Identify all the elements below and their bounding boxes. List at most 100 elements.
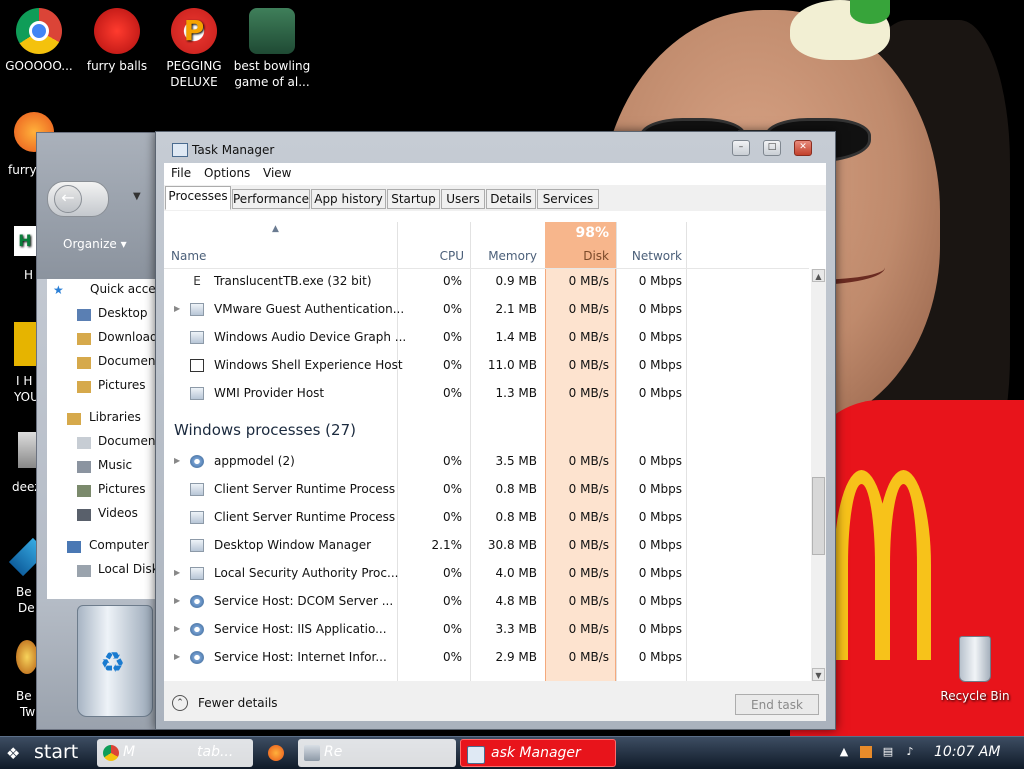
table-row[interactable]: Client Server Runtime Process 0% 0.8 MB …: [164, 477, 809, 505]
nav-item-local-disk[interactable]: Local Disk: [98, 562, 159, 576]
column-header-name[interactable]: Name: [171, 249, 206, 263]
nav-item-music[interactable]: Music: [98, 458, 132, 472]
nav-item-desktop[interactable]: Desktop: [98, 306, 148, 320]
game-icon[interactable]: [16, 640, 38, 674]
network-icon[interactable]: ▤: [882, 746, 894, 758]
table-row[interactable]: Client Server Runtime Process 0% 0.8 MB …: [164, 505, 809, 533]
tab-performance[interactable]: Performance: [232, 189, 310, 209]
table-row[interactable]: Windows Shell Experience Host 0% 11.0 MB…: [164, 353, 809, 381]
task-manager-icon: [467, 746, 485, 764]
volume-icon[interactable]: ♪: [904, 746, 916, 758]
column-header-cpu[interactable]: CPU: [396, 249, 464, 263]
desktop-icon-chrome[interactable]: GOOOOO...: [0, 8, 78, 74]
memory-value: 4.8 MB: [495, 594, 537, 608]
tab-users[interactable]: Users: [441, 189, 485, 209]
table-row[interactable]: ▶ Service Host: IIS Applicatio... 0% 3.3…: [164, 617, 809, 645]
expand-chevron-icon[interactable]: ▶: [174, 624, 180, 633]
end-task-button[interactable]: End task: [735, 694, 819, 715]
pictures-icon: [77, 485, 91, 497]
back-button[interactable]: ←: [47, 181, 109, 217]
table-row[interactable]: ▶ Service Host: Internet Infor... 0% 2.9…: [164, 645, 809, 673]
file-icon[interactable]: [18, 432, 38, 468]
nav-item-quick-access[interactable]: Quick acces: [90, 282, 162, 296]
taskbar-item-chrome[interactable]: M tab...: [97, 739, 253, 767]
vertical-scrollbar[interactable]: ▲ ▼: [811, 269, 826, 681]
column-header-network[interactable]: Network: [616, 249, 682, 263]
table-row[interactable]: ▶ appmodel (2) 0% 3.5 MB 0 MB/s 0 Mbps: [164, 449, 809, 477]
network-value: 0 Mbps: [638, 622, 682, 636]
desktop-icon-furry-balls[interactable]: furry balls: [78, 8, 156, 74]
expand-chevron-icon[interactable]: ▶: [174, 596, 180, 605]
menu-options[interactable]: Options: [204, 166, 250, 180]
column-header-disk[interactable]: Disk: [545, 249, 609, 263]
table-row[interactable]: ▶ Local Security Authority Proc... 0% 4.…: [164, 561, 809, 589]
group-header-windows-processes[interactable]: Windows processes (27): [174, 421, 356, 439]
taskbar-item-recycle-bin[interactable]: Re: [298, 739, 456, 767]
clock[interactable]: 10:07 AM: [934, 744, 1000, 760]
table-row[interactable]: ▶ VMware Guest Authentication... 0% 2.1 …: [164, 297, 809, 325]
expand-chevron-icon[interactable]: ▶: [174, 652, 180, 661]
sort-caret-icon: ▲: [272, 224, 279, 234]
nav-item-pictures[interactable]: Pictures: [98, 378, 146, 392]
disk-value: 0 MB/s: [568, 510, 609, 524]
disk-value: 0 MB/s: [568, 650, 609, 664]
table-row[interactable]: ▶ Service Host: DCOM Server ... 0% 4.8 M…: [164, 589, 809, 617]
network-value: 0 Mbps: [638, 566, 682, 580]
app-tray-icon[interactable]: [860, 746, 872, 758]
scroll-thumb[interactable]: [812, 477, 825, 555]
nav-item-videos[interactable]: Videos: [98, 506, 138, 520]
desktop-icon-label: I H: [16, 374, 33, 388]
memory-value: 0.8 MB: [495, 510, 537, 524]
cpu-value: 0%: [442, 566, 462, 580]
cpu-value: 0%: [442, 622, 462, 636]
start-button[interactable]: ❖ start: [4, 739, 90, 767]
document-icon[interactable]: [14, 322, 38, 366]
recycle-bin-large-icon: ♻: [77, 605, 153, 717]
table-row[interactable]: Windows Audio Device Graph ... 0% 1.4 MB…: [164, 325, 809, 353]
taskbar-item-task-manager[interactable]: ask Manager: [460, 739, 616, 767]
app-window-icon: [190, 359, 204, 372]
fewer-details-link[interactable]: Fewer details: [198, 696, 278, 710]
desktop-icon-pegging-deluxe[interactable]: P PEGGING DELUXE: [155, 8, 233, 90]
table-row[interactable]: Ε TranslucentTB.exe (32 bit) 0% 0.9 MB 0…: [164, 269, 809, 297]
menu-view[interactable]: View: [263, 166, 291, 180]
expand-chevron-icon[interactable]: ▶: [174, 304, 180, 313]
tab-processes[interactable]: Processes: [165, 186, 231, 210]
nav-item-lib-pictures[interactable]: Pictures: [98, 482, 146, 496]
tab-services[interactable]: Services: [537, 189, 599, 209]
chevron-down-icon[interactable]: ▼: [133, 191, 141, 202]
desktop-icon-recycle-bin[interactable]: Recycle Bin: [934, 636, 1016, 704]
tab-app-history[interactable]: App history: [311, 189, 386, 209]
process-name: Windows Audio Device Graph ...: [214, 330, 407, 344]
chevron-up-icon[interactable]: ⌃: [172, 695, 188, 711]
star-icon: ★: [53, 283, 64, 297]
minimize-button[interactable]: –: [732, 140, 750, 156]
expand-chevron-icon[interactable]: ▶: [174, 456, 180, 465]
file-explorer-window[interactable]: ← ▼ Organize ▾ ★ Quick acces Desktop Dow…: [36, 132, 168, 730]
memory-value: 0.8 MB: [495, 482, 537, 496]
scroll-down-arrow-icon[interactable]: ▼: [812, 668, 825, 681]
table-row[interactable]: WMI Provider Host 0% 1.3 MB 0 MB/s 0 Mbp…: [164, 381, 809, 409]
nav-item-computer[interactable]: Computer: [89, 538, 149, 552]
cpu-value: 0%: [442, 358, 462, 372]
scroll-up-arrow-icon[interactable]: ▲: [812, 269, 825, 282]
desktop-icon-label: PEGGING DELUXE: [166, 59, 222, 89]
tab-startup[interactable]: Startup: [387, 189, 440, 209]
taskbar-item-firefox[interactable]: [258, 739, 294, 767]
menu-file[interactable]: File: [171, 166, 191, 180]
disk-value: 0 MB/s: [568, 622, 609, 636]
tab-details[interactable]: Details: [486, 189, 536, 209]
task-manager-window[interactable]: Task Manager – □ ✕ File Options View Pro…: [155, 131, 836, 730]
start-label: start: [34, 741, 79, 763]
desktop-icon-bowling[interactable]: best bowling game of al...: [233, 8, 311, 90]
column-header-memory[interactable]: Memory: [469, 249, 537, 263]
maximize-button[interactable]: □: [763, 140, 781, 156]
show-hidden-icons-icon[interactable]: ▲: [838, 746, 850, 758]
nav-item-libraries[interactable]: Libraries: [89, 410, 141, 424]
organize-button[interactable]: Organize ▾: [63, 237, 127, 251]
close-button[interactable]: ✕: [794, 140, 812, 156]
expand-chevron-icon[interactable]: ▶: [174, 568, 180, 577]
process-name: Desktop Window Manager: [214, 538, 372, 552]
table-row[interactable]: Desktop Window Manager 2.1% 30.8 MB 0 MB…: [164, 533, 809, 561]
hx-app-icon[interactable]: H: [14, 226, 36, 256]
